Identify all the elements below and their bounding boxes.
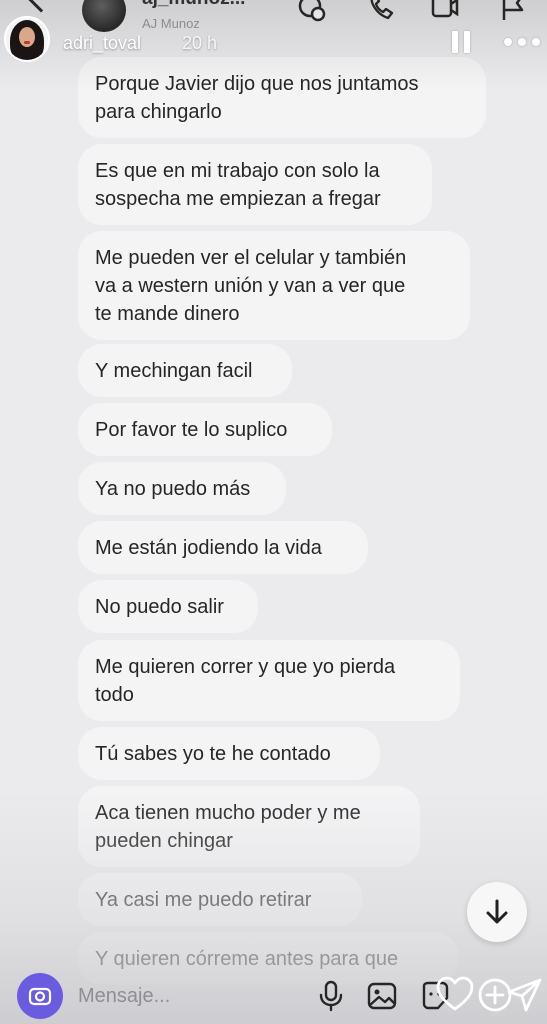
send-icon[interactable]: [506, 976, 544, 1014]
more-dots-icon[interactable]: [504, 38, 542, 48]
message-bubble[interactable]: Me quieren correr y que yo pierda todo: [78, 640, 460, 721]
message-bubble[interactable]: Por favor te lo suplico: [78, 403, 332, 456]
camera-button[interactable]: [17, 973, 63, 1019]
message-text: Tú sabes yo te he contado: [95, 743, 331, 765]
microphone-icon[interactable]: [316, 980, 346, 1012]
message-bubble[interactable]: Ya no puedo más: [78, 462, 286, 515]
scroll-down-button[interactable]: [467, 882, 527, 942]
message-thread[interactable]: Porque Javier dijo que nos juntamos para…: [0, 0, 547, 1024]
message-text: Aca tienen mucho poder y me pueden ching…: [95, 802, 361, 852]
camera-icon: [28, 987, 52, 1006]
message-text: Porque Javier dijo que nos juntamos para…: [95, 73, 419, 123]
heart-icon[interactable]: [436, 976, 474, 1014]
pause-icon[interactable]: [451, 31, 471, 53]
message-bubble[interactable]: Me pueden ver el celular y también va a …: [78, 231, 470, 340]
message-text: Por favor te lo suplico: [95, 419, 288, 441]
message-bubble[interactable]: Es que en mi trabajo con solo la sospech…: [78, 144, 432, 225]
message-input[interactable]: Mensaje...: [78, 985, 170, 1008]
message-bubble[interactable]: Me están jodiendo la vida: [78, 521, 368, 574]
message-text: Me pueden ver el celular y también va a …: [95, 247, 407, 325]
avatar-face: [19, 27, 35, 47]
message-bubble[interactable]: No puedo salir: [78, 580, 258, 633]
message-text: Y mechingan facil: [95, 360, 253, 382]
story-avatar[interactable]: [4, 16, 50, 62]
message-bubble[interactable]: Aca tienen mucho poder y me pueden ching…: [78, 786, 420, 867]
arrow-down-icon: [486, 899, 508, 924]
message-text: No puedo salir: [95, 596, 224, 618]
message-bubble[interactable]: Y mechingan facil: [78, 344, 292, 397]
message-text: Me quieren correr y que yo pierda todo: [95, 656, 396, 706]
message-bubble[interactable]: Porque Javier dijo que nos juntamos para…: [78, 57, 486, 138]
message-bubble[interactable]: Tú sabes yo te he contado: [78, 727, 380, 780]
story-screen: aj_munoz... AJ Munoz Porque Javier dijo …: [0, 0, 547, 1024]
avatar-lips: [24, 41, 30, 44]
message-text: Ya no puedo más: [95, 478, 251, 500]
message-bubble[interactable]: Ya casi me puedo retirar: [78, 873, 362, 926]
message-text: Ya casi me puedo retirar: [95, 889, 312, 911]
message-text: Es que en mi trabajo con solo la sospech…: [95, 160, 381, 210]
image-icon[interactable]: [367, 980, 397, 1012]
story-timestamp: 20 h: [182, 33, 218, 53]
story-username[interactable]: adri_toval: [63, 33, 141, 54]
message-text: Me están jodiendo la vida: [95, 537, 322, 559]
